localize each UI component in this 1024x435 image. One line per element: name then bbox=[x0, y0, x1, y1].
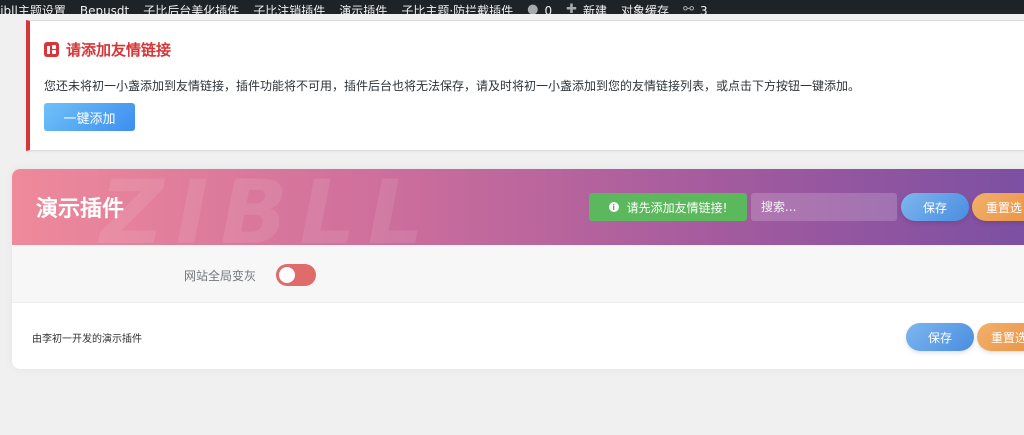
settings-row: 网站全局变灰 bbox=[12, 245, 1024, 303]
notice-title-text: 请添加友情链接 bbox=[66, 41, 172, 59]
friend-link-notice: 请添加友情链接 您还未将初一小盏添加到友情链接，插件功能将不可用，插件后台也将无… bbox=[26, 20, 1024, 151]
panel-footer: 由李初一开发的演示插件 保存 重置选 bbox=[12, 304, 1024, 369]
adminbar-item-anti-block-plugin[interactable]: 子比主题·防拦截插件 bbox=[401, 5, 513, 14]
notice-message: 您还未将初一小盏添加到友情链接，插件功能将不可用，插件后台也将无法保存，请及时将… bbox=[44, 79, 861, 93]
toggle-knob bbox=[279, 267, 295, 283]
admin-bar: Zibll主题设置 Bepusdt 子比后台美化插件 子比注销插件 演示插件 子… bbox=[0, 0, 1024, 14]
grayscale-label: 网站全局变灰 bbox=[184, 269, 257, 283]
search-input[interactable] bbox=[751, 193, 897, 221]
adminbar-item-beautify-plugin[interactable]: 子比后台美化插件 bbox=[143, 5, 239, 14]
info-icon: i bbox=[608, 202, 619, 212]
panel-header: ZIBLL 演示插件 i 请先添加友情链接! 保存 重置选 bbox=[12, 169, 1024, 264]
add-link-tip: i 请先添加友情链接! bbox=[589, 193, 747, 221]
save-button-top[interactable]: 保存 bbox=[901, 193, 969, 221]
save-button-bottom[interactable]: 保存 bbox=[906, 323, 974, 351]
plus-icon[interactable]: ✚ bbox=[566, 2, 577, 14]
plugin-panel: ZIBLL 演示插件 i 请先添加友情链接! 保存 重置选 网站全局变灰 由李初… bbox=[12, 169, 1024, 369]
grayscale-toggle[interactable] bbox=[276, 264, 316, 286]
reset-button-bottom[interactable]: 重置选 bbox=[977, 323, 1024, 351]
comment-icon[interactable]: ● bbox=[527, 2, 538, 14]
reset-button-top[interactable]: 重置选 bbox=[972, 193, 1024, 221]
link-icon[interactable]: ⚯ bbox=[683, 2, 694, 14]
adminbar-item-logout-plugin[interactable]: 子比注销插件 bbox=[253, 5, 325, 14]
links-count: 3 bbox=[699, 4, 708, 14]
comments-count: 0 bbox=[544, 4, 553, 14]
warning-badge-icon bbox=[44, 42, 59, 57]
adminbar-item-demo-plugin[interactable]: 演示插件 bbox=[339, 5, 387, 14]
adminbar-object-cache[interactable]: 对象缓存 bbox=[621, 5, 669, 14]
panel-title: 演示插件 bbox=[36, 197, 125, 222]
adminbar-item-zibll-settings[interactable]: Zibll主题设置 bbox=[0, 5, 66, 14]
plugin-credit: 由李初一开发的演示插件 bbox=[32, 334, 142, 345]
one-click-add-button[interactable]: 一键添加 bbox=[44, 103, 135, 131]
tip-text: 请先添加友情链接! bbox=[626, 200, 728, 215]
adminbar-new[interactable]: 新建 bbox=[583, 5, 607, 14]
notice-title: 请添加友情链接 bbox=[44, 39, 171, 60]
adminbar-item-bepusdt[interactable]: Bepusdt bbox=[80, 5, 129, 14]
